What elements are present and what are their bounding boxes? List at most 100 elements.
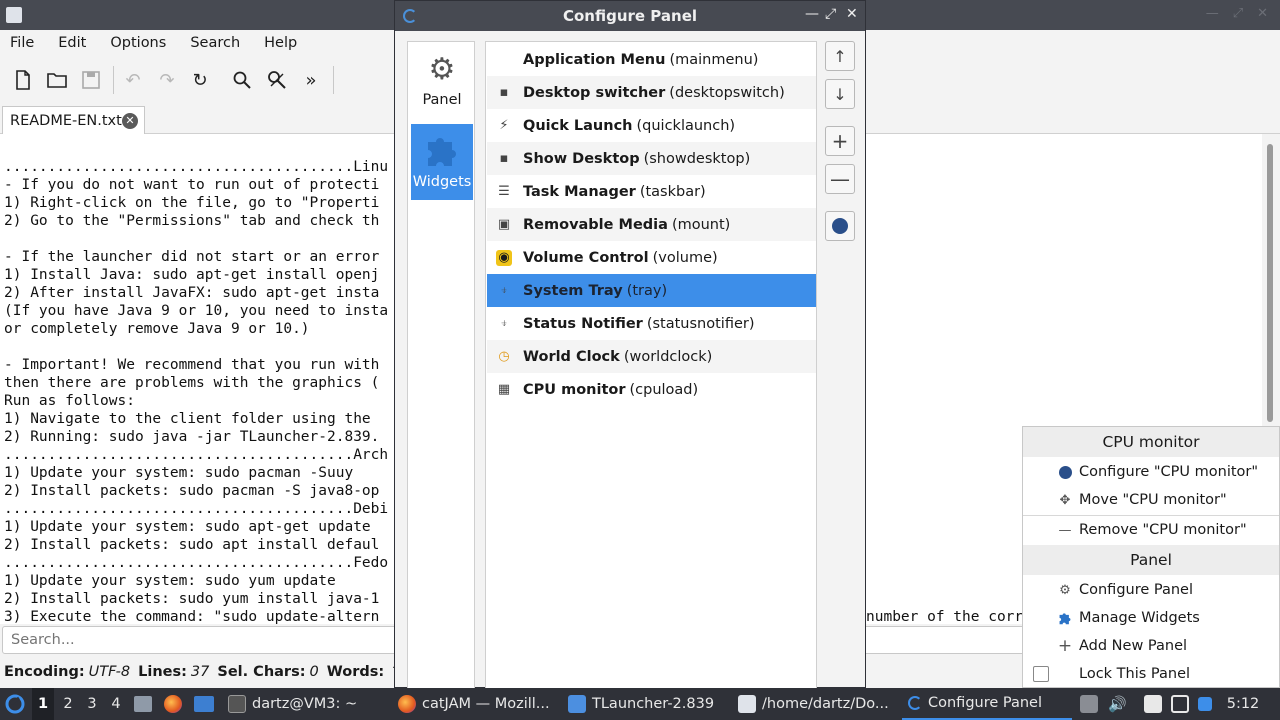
encoding-value: UTF-8 xyxy=(88,664,131,680)
widget-id: (cpuload) xyxy=(629,381,699,398)
menu-search[interactable]: Search xyxy=(190,35,240,51)
ctx-remove-cpu-monitor[interactable]: — Remove "CPU monitor" xyxy=(1023,516,1279,544)
widget-row[interactable]: ⍖ System Tray (tray) xyxy=(487,274,816,307)
sidebar-item-label: Widgets xyxy=(412,174,472,190)
gear-icon: ⚙ xyxy=(1059,582,1071,598)
show-desktop-icon xyxy=(194,696,214,712)
ctx-move-cpu-monitor[interactable]: ✥ Move "CPU monitor" xyxy=(1023,486,1279,514)
sidebar-item-panel[interactable]: ⚙ Panel xyxy=(411,44,473,120)
app-menu-button[interactable] xyxy=(4,688,26,720)
display-icon[interactable] xyxy=(1171,695,1189,713)
tray-icon: ⍖ xyxy=(500,283,508,298)
show-desktop-launcher[interactable] xyxy=(194,688,214,720)
ctx-add-new-panel[interactable]: + Add New Panel xyxy=(1023,632,1279,660)
dialog-close-icon[interactable]: ✕ xyxy=(846,6,858,22)
remove-widget-button[interactable]: — xyxy=(825,164,855,194)
task-label: Configure Panel xyxy=(928,695,1043,711)
desktop-3[interactable]: 3 xyxy=(81,688,103,720)
blank-icon xyxy=(496,52,512,68)
undo-icon[interactable]: ↶ xyxy=(123,70,143,91)
widget-row[interactable]: ▪ Show Desktop (showdesktop) xyxy=(487,142,816,175)
add-widget-button[interactable]: + xyxy=(825,126,855,156)
file-manager-launcher[interactable] xyxy=(134,688,152,720)
move-icon: ✥ xyxy=(1059,492,1071,508)
ctx-item-label: Add New Panel xyxy=(1079,638,1188,654)
widget-id: (desktopswitch) xyxy=(669,84,785,101)
maximize-icon[interactable]: ⤢ xyxy=(1233,6,1243,21)
notifier-icon: ⍖ xyxy=(500,316,508,331)
lock-panel-checkbox[interactable] xyxy=(1033,666,1049,682)
task-editor[interactable]: /home/dartz/Do... xyxy=(732,688,889,720)
task-firefox[interactable]: catJAM — Mozill... xyxy=(392,688,550,720)
lines-label: Lines: xyxy=(138,664,187,680)
widget-list: Application Menu (mainmenu) ▪ Desktop switc… xyxy=(485,41,817,689)
configure-icon xyxy=(1055,465,1075,480)
menu-help[interactable]: Help xyxy=(264,35,297,51)
widget-id: (statusnotifier) xyxy=(646,315,755,332)
file-manager-icon xyxy=(134,696,152,712)
ctx-lock-panel[interactable]: Lock This Panel xyxy=(1023,660,1279,688)
clock[interactable]: 5:12 xyxy=(1226,688,1260,720)
tab-readme[interactable]: README-EN.txt ✕ xyxy=(2,106,145,134)
menu-edit[interactable]: Edit xyxy=(58,35,86,51)
redo-icon[interactable]: ↷ xyxy=(157,70,177,91)
taskbar-icon: ☰ xyxy=(498,184,510,199)
lxqt-logo-icon xyxy=(5,694,25,714)
folder-icon xyxy=(568,695,586,713)
desktop-2[interactable]: 2 xyxy=(57,688,79,720)
removable-media-icon[interactable] xyxy=(1080,695,1098,713)
widget-row[interactable]: ⍖ Status Notifier (statusnotifier) xyxy=(487,307,816,340)
widget-row[interactable]: ◉ Volume Control (volume) xyxy=(487,241,816,274)
widget-name: Show Desktop xyxy=(523,150,640,167)
arrow-up-icon: ↑ xyxy=(833,46,847,66)
find-replace-icon[interactable] xyxy=(267,70,287,90)
ctx-manage-widgets[interactable]: Manage Widgets xyxy=(1023,604,1279,632)
more-tools-icon[interactable]: » xyxy=(301,70,321,91)
dialog-minimize-icon[interactable]: — xyxy=(805,6,819,22)
task-configure-panel[interactable]: Configure Panel xyxy=(902,688,1072,720)
scroll-thumb[interactable] xyxy=(1267,144,1273,422)
move-down-button[interactable]: ↓ xyxy=(825,79,855,109)
move-up-button[interactable]: ↑ xyxy=(825,41,855,71)
widget-id: (mount) xyxy=(671,216,731,233)
widget-row[interactable]: Application Menu (mainmenu) xyxy=(487,43,816,76)
minimize-icon[interactable]: — xyxy=(1206,6,1219,21)
new-file-icon[interactable] xyxy=(13,70,33,90)
desktop-4[interactable]: 4 xyxy=(105,688,127,720)
configure-widget-button[interactable] xyxy=(825,211,855,241)
desktop-1[interactable]: 1 xyxy=(32,688,54,720)
dialog-maximize-icon[interactable]: ⤢ xyxy=(825,6,836,22)
widget-id: (mainmenu) xyxy=(669,51,759,68)
ctx-configure-cpu-monitor[interactable]: Configure "CPU monitor" xyxy=(1023,458,1279,486)
open-folder-icon[interactable] xyxy=(47,70,67,90)
widget-name: Application Menu xyxy=(523,51,666,68)
widget-context-menu: CPU monitor Configure "CPU monitor" ✥ Mo… xyxy=(1022,426,1280,688)
widget-id: (showdesktop) xyxy=(643,150,751,167)
widget-row[interactable]: ◷ World Clock (worldclock) xyxy=(487,340,816,373)
widget-row[interactable]: ☰ Task Manager (taskbar) xyxy=(487,175,816,208)
menu-file[interactable]: File xyxy=(10,35,34,51)
widget-row[interactable]: ▪ Desktop switcher (desktopswitch) xyxy=(487,76,816,109)
widget-row[interactable]: ▣ Removable Media (mount) xyxy=(487,208,816,241)
arrow-down-icon: ↓ xyxy=(833,84,847,104)
task-terminal[interactable]: dartz@VM3: ~ xyxy=(222,688,357,720)
widget-row[interactable]: ▦ CPU monitor (cpuload) xyxy=(487,373,816,406)
widget-row[interactable]: ⚡ Quick Launch (quicklaunch) xyxy=(487,109,816,142)
widget-id: (volume) xyxy=(652,249,718,266)
find-icon[interactable] xyxy=(232,70,252,90)
notification-icon[interactable] xyxy=(1198,697,1212,711)
sidebar-item-widgets[interactable]: Widgets xyxy=(411,124,473,200)
task-tlauncher-folder[interactable]: TLauncher-2.839 xyxy=(562,688,714,720)
clipboard-icon[interactable] xyxy=(1144,695,1162,713)
menu-options[interactable]: Options xyxy=(110,35,166,51)
save-icon[interactable] xyxy=(81,70,101,90)
close-icon[interactable]: ✕ xyxy=(1257,6,1268,21)
volume-icon[interactable]: 🔊 xyxy=(1108,695,1127,713)
widget-name: Desktop switcher xyxy=(523,84,666,101)
tab-close-icon[interactable]: ✕ xyxy=(122,113,138,129)
firefox-launcher[interactable] xyxy=(164,688,182,720)
minus-icon: — xyxy=(830,167,850,191)
configure-panel-icon xyxy=(908,696,922,710)
ctx-configure-panel[interactable]: ⚙ Configure Panel xyxy=(1023,576,1279,604)
reload-icon[interactable]: ↻ xyxy=(190,70,210,91)
